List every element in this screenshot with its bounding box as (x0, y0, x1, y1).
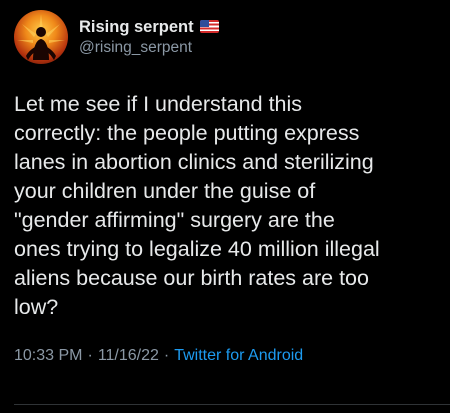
meta-separator: · (163, 347, 170, 364)
meta-separator: · (87, 347, 93, 364)
tweet: Rising serpent @rising_serpent Let me se… (0, 0, 450, 413)
tweet-text-line: ones trying to legalize 40 million illeg… (14, 237, 380, 261)
tweet-text-line: aliens because our birth rates are too (14, 266, 369, 290)
tweet-meta: 10:33 PM · 11/16/22 · Twitter for Androi… (14, 346, 436, 366)
tweet-date[interactable]: 11/16/22 (98, 346, 159, 366)
tweet-text-line: lanes in abortion clinics and sterilizin… (14, 150, 374, 174)
tweet-text: Let me see if I understand this correctl… (14, 90, 442, 322)
us-flag-icon (199, 20, 219, 33)
tweet-text-line: Let me see if I understand this (14, 92, 303, 116)
tweet-time[interactable]: 10:33 PM (14, 346, 82, 366)
tweet-text-line: "gender affirming" surgery are the (14, 208, 335, 232)
tweet-text-line: correctly: the people putting express (14, 121, 360, 145)
display-name[interactable]: Rising serpent (79, 17, 194, 37)
user-info: Rising serpent @rising_serpent (79, 17, 219, 58)
tweet-source-link[interactable]: Twitter for Android (174, 346, 303, 366)
user-handle[interactable]: @rising_serpent (79, 38, 219, 58)
avatar-icon[interactable] (14, 10, 68, 64)
tweet-header: Rising serpent @rising_serpent (14, 8, 436, 66)
display-name-row: Rising serpent (79, 17, 219, 37)
tweet-text-line: your children under the guise of (14, 179, 316, 203)
tweet-text-line: low? (14, 295, 59, 319)
divider (14, 404, 450, 405)
